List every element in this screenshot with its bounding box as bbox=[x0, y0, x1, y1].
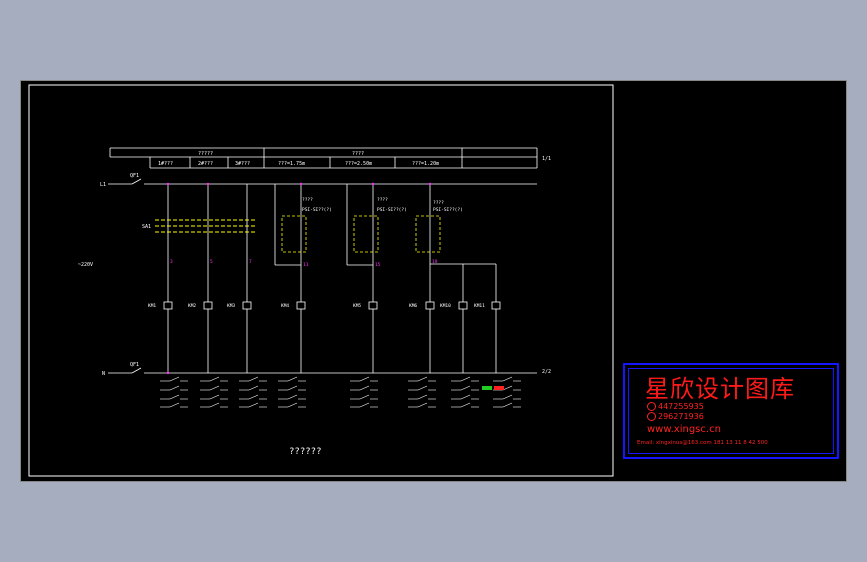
junction-dot bbox=[166, 182, 170, 186]
contact-blade bbox=[248, 376, 259, 382]
contact-blade bbox=[248, 385, 259, 391]
qf1-top-label: QF1 bbox=[130, 173, 139, 179]
contact-blade bbox=[417, 376, 428, 382]
junction-dot bbox=[206, 182, 210, 186]
contact-blade bbox=[460, 385, 471, 391]
table-header-left: ????? bbox=[198, 151, 213, 157]
contact-blade bbox=[209, 394, 220, 400]
junction-dot bbox=[428, 182, 432, 186]
coil-label: KM6 bbox=[409, 303, 417, 309]
table-cell-3: 3#??? bbox=[235, 161, 250, 167]
coil-label: KM10 bbox=[440, 303, 451, 309]
table-cell-2: 2#??? bbox=[198, 161, 213, 167]
contact-blade bbox=[209, 376, 220, 382]
contact-blade bbox=[169, 385, 180, 391]
contact-blade bbox=[359, 385, 370, 391]
table-cell-4: ???=1.75m bbox=[278, 161, 305, 167]
table-cell-6: ???=1.20m bbox=[412, 161, 439, 167]
stamp-brand: 星欣设计图库 bbox=[645, 375, 795, 403]
selector-switch-sa1 bbox=[155, 219, 256, 233]
contact-blade bbox=[287, 402, 298, 408]
auxiliary-contact-table bbox=[160, 376, 521, 408]
header-table bbox=[109, 147, 538, 169]
wire-number: 19 bbox=[432, 259, 438, 265]
watermark-stamp: 星欣设计图库 447255935 296271936 www.xingsc.cn… bbox=[623, 363, 839, 459]
sensor-module-2 bbox=[353, 215, 379, 253]
contact-blade bbox=[359, 402, 370, 408]
contact-blade bbox=[460, 394, 471, 400]
contact-blade bbox=[169, 394, 180, 400]
contact-highlight bbox=[482, 386, 492, 390]
table-header-right: ???? bbox=[352, 151, 364, 157]
stamp-qq-2-text: 296271936 bbox=[658, 412, 704, 421]
junction-dot bbox=[371, 182, 375, 186]
coil-label: KM2 bbox=[188, 303, 196, 309]
contact-blade bbox=[502, 385, 513, 391]
contact-highlight bbox=[494, 386, 504, 390]
contact-blade bbox=[460, 376, 471, 382]
coil-label: KM3 bbox=[227, 303, 235, 309]
coil-label: KM11 bbox=[474, 303, 485, 309]
coil-label: KM1 bbox=[148, 303, 156, 309]
coil-label: KM5 bbox=[353, 303, 361, 309]
sensor-3-type: PSI-SI??(?) bbox=[433, 207, 463, 213]
wire-number: 5 bbox=[210, 259, 213, 265]
rail-n-label: N bbox=[102, 371, 105, 377]
stamp-qq-1-text: 447255935 bbox=[658, 402, 704, 411]
contact-blade bbox=[169, 376, 180, 382]
contact-blade bbox=[417, 394, 428, 400]
contact-blade bbox=[417, 402, 428, 408]
wire-number: 11 bbox=[303, 262, 309, 268]
stamp-website: www.xingsc.cn bbox=[647, 424, 721, 435]
sensor-module-1 bbox=[281, 215, 307, 253]
pump-ref-label: 2/2 bbox=[542, 369, 551, 375]
qq-icon bbox=[647, 402, 656, 411]
contact-blade bbox=[209, 402, 220, 408]
contact-blade bbox=[248, 402, 259, 408]
qq-icon bbox=[647, 412, 656, 421]
contact-blade bbox=[169, 402, 180, 408]
contact-blade bbox=[460, 402, 471, 408]
wire-number: 7 bbox=[249, 259, 252, 265]
qf1-bottom-label: QF1 bbox=[130, 362, 139, 368]
rail-l1-label: L1 bbox=[100, 182, 106, 188]
contact-blade bbox=[209, 385, 220, 391]
wire-number: 15 bbox=[375, 262, 381, 268]
sensor-3-dim: ???? bbox=[433, 200, 444, 206]
coil-label: KM4 bbox=[281, 303, 289, 309]
sheet-number: 1/1 bbox=[542, 156, 551, 162]
junction-dot bbox=[299, 182, 303, 186]
contact-blade bbox=[287, 376, 298, 382]
sensor-1-dim: ???? bbox=[302, 197, 313, 203]
contact-blade bbox=[502, 394, 513, 400]
contact-blade bbox=[248, 394, 259, 400]
sa1-label: SA1 bbox=[142, 224, 151, 230]
contact-blade bbox=[287, 385, 298, 391]
table-cell-1: 1#??? bbox=[158, 161, 173, 167]
sensor-2-type: PSI-SI??(?) bbox=[377, 207, 407, 213]
contact-blade bbox=[417, 385, 428, 391]
contact-blade bbox=[359, 376, 370, 382]
stamp-email: Email: xingxinus@163.com 181 13 11 8 42 … bbox=[637, 440, 768, 446]
sensor-module-3 bbox=[415, 215, 441, 253]
drawing-title: ?????? bbox=[289, 447, 322, 457]
stamp-qq-2: 296271936 bbox=[647, 412, 704, 421]
sensor-2-dim: ???? bbox=[377, 197, 388, 203]
junction-dot bbox=[166, 371, 170, 375]
contact-blade bbox=[502, 376, 513, 382]
cad-viewport[interactable]: ????? ???? 1#??? 2#??? 3#??? ???=1.75m ?… bbox=[20, 80, 847, 482]
contact-blade bbox=[359, 394, 370, 400]
wire-number: 3 bbox=[170, 259, 173, 265]
contact-blade bbox=[502, 402, 513, 408]
sensor-1-type: PSI-SI??(?) bbox=[302, 207, 332, 213]
voltage-label: ~220V bbox=[78, 262, 93, 268]
stamp-qq-1: 447255935 bbox=[647, 402, 704, 411]
drawing-border bbox=[28, 84, 614, 477]
contact-blade bbox=[287, 394, 298, 400]
table-cell-5: ???=2.50m bbox=[345, 161, 372, 167]
